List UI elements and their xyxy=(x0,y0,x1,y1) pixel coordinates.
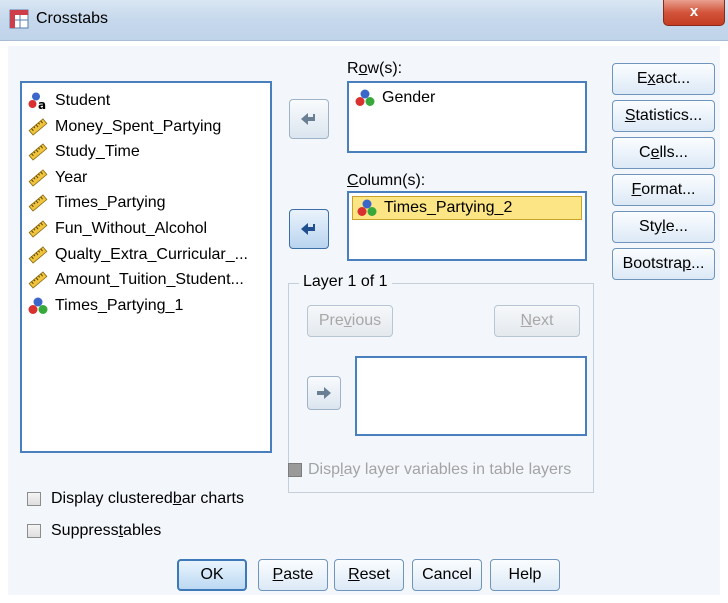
columns-label: Column(s): xyxy=(347,172,426,189)
format-button[interactable]: Format... xyxy=(612,174,715,206)
source-list-item[interactable]: Qualty_Extra_Curricular_... xyxy=(28,243,248,267)
arrow-left-icon xyxy=(301,113,315,125)
scale-ruler-icon xyxy=(28,245,48,264)
scale-ruler-icon-wrap xyxy=(28,271,55,289)
source-list-item[interactable]: Amount_Tuition_Student... xyxy=(28,268,244,292)
exact-button[interactable]: Ex act... xyxy=(612,63,715,95)
layer-list[interactable] xyxy=(355,356,587,436)
ok-button[interactable]: OK xyxy=(177,559,247,591)
bootstrap-button[interactable]: Bootstra p... xyxy=(612,248,715,280)
nominal-string-icon: a xyxy=(28,92,46,110)
move-to-layer-button[interactable] xyxy=(307,376,341,410)
source-list-item-label: Times_Partying xyxy=(55,194,166,212)
arrow-right-icon xyxy=(317,387,331,399)
rows-label: Row(s): xyxy=(347,60,403,77)
dialog-body: a Student Money_Spent_Partying Study_Time Ye… xyxy=(8,46,720,595)
statistics-button[interactable]: Statistics... xyxy=(612,100,715,132)
layer-legend: Layer 1 of 1 xyxy=(299,273,392,291)
scale-ruler-icon xyxy=(28,143,48,161)
nominal-balls-icon-wrap xyxy=(28,297,55,315)
scale-ruler-icon xyxy=(28,117,48,136)
checkbox-box xyxy=(27,524,41,538)
crosstabs-dialog: Crosstabs x a Student Money_Spent_Partying… xyxy=(0,0,728,603)
title-bar: Crosstabs x xyxy=(0,0,728,41)
source-list-item[interactable]: Study_Time xyxy=(28,140,140,164)
svg-text:a: a xyxy=(38,98,46,110)
scale-ruler-icon-wrap xyxy=(28,245,55,264)
columns-list[interactable]: Times_Partying_2 xyxy=(347,191,587,261)
crosstabs-app-icon xyxy=(9,9,29,29)
rows-list[interactable]: Gender xyxy=(347,81,587,153)
source-variable-list[interactable]: a Student Money_Spent_Partying Study_Time Ye… xyxy=(20,81,272,453)
close-icon: x xyxy=(689,3,699,20)
source-list-item[interactable]: Fun_Without_Alcohol xyxy=(28,217,207,241)
paste-button[interactable]: Paste xyxy=(258,559,328,591)
display-clustered-bar-charts-checkbox[interactable]: Display clustered b ar charts xyxy=(27,490,244,508)
display-layer-variables-checkbox[interactable]: Disp l ay layer variables in table layers xyxy=(288,461,571,479)
nominal-balls-icon xyxy=(28,297,48,314)
scale-ruler-icon-wrap xyxy=(28,169,55,187)
scale-ruler-icon-wrap xyxy=(28,143,55,161)
previous-button[interactable]: Pre v ious xyxy=(307,305,393,337)
nominal-string-icon-wrap: a xyxy=(28,92,55,110)
source-list-item[interactable]: Times_Partying_1 xyxy=(28,294,183,318)
source-list-item-label: Times_Partying_1 xyxy=(55,296,184,314)
next-button[interactable]: Next xyxy=(494,305,580,337)
suppress-tables-checkbox[interactable]: Suppress t ables xyxy=(27,522,161,540)
close-button[interactable]: x xyxy=(663,0,725,26)
source-list-item[interactable]: a Student xyxy=(28,89,110,113)
reset-button[interactable]: Reset xyxy=(334,559,404,591)
nominal-balls-icon xyxy=(355,89,375,106)
scale-ruler-icon xyxy=(28,271,48,289)
cells-button[interactable]: Ce lls... xyxy=(612,137,715,169)
source-list-item-label: Money_Spent_Partying xyxy=(55,117,222,135)
checkbox-box xyxy=(27,492,41,506)
source-list-item-label: Qualty_Extra_Curricular_... xyxy=(55,245,248,263)
scale-ruler-icon xyxy=(28,169,48,187)
source-list-item-label: Study_Time xyxy=(55,143,140,161)
source-list-item-label: Fun_Without_Alcohol xyxy=(55,220,208,237)
columns-item-times-partying-2[interactable]: Times_Partying_2 xyxy=(352,196,582,220)
move-to-columns-button[interactable] xyxy=(289,209,329,249)
scale-ruler-icon xyxy=(28,220,48,238)
scale-ruler-icon-wrap xyxy=(28,117,55,136)
source-list-item[interactable]: Year xyxy=(28,166,87,190)
style-button[interactable]: Sty l e... xyxy=(612,211,715,243)
window-title: Crosstabs xyxy=(36,10,109,27)
source-list-item-label: Amount_Tuition_Student... xyxy=(55,271,244,289)
cancel-button[interactable]: Cancel xyxy=(412,559,482,591)
source-list-item[interactable]: Times_Partying xyxy=(28,191,166,215)
checkbox-box xyxy=(288,463,302,477)
help-button[interactable]: Help xyxy=(490,559,560,591)
scale-ruler-icon-wrap xyxy=(28,194,55,213)
scale-ruler-icon-wrap xyxy=(28,220,55,238)
scale-ruler-icon xyxy=(28,194,48,213)
move-to-rows-button[interactable] xyxy=(289,99,329,139)
source-list-item-label: Student xyxy=(55,92,111,109)
arrow-left-icon xyxy=(301,223,315,235)
source-list-item[interactable]: Money_Spent_Partying xyxy=(28,115,221,139)
rows-item-gender[interactable]: Gender xyxy=(355,86,435,110)
source-list-item-label: Year xyxy=(55,168,88,186)
nominal-balls-icon xyxy=(357,199,377,216)
